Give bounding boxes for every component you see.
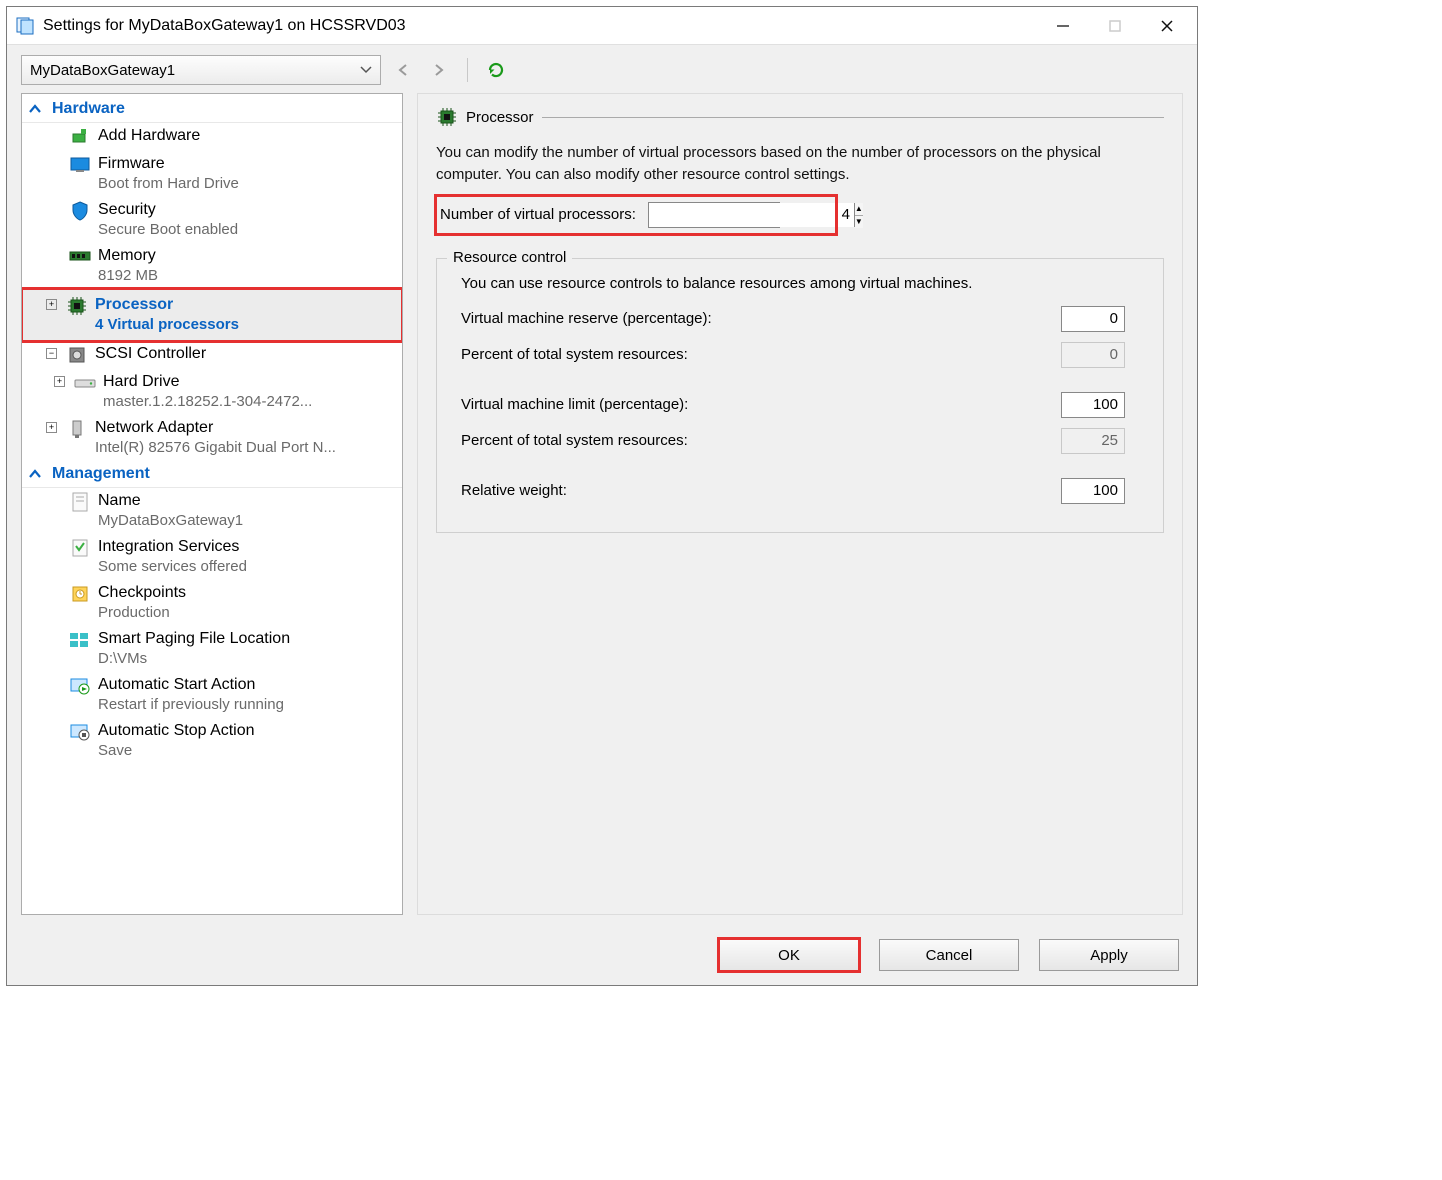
vm-selector-dropdown[interactable]: MyDataBoxGateway1 — [21, 55, 381, 85]
firmware-icon — [68, 154, 92, 176]
dialog-footer: OK Cancel Apply — [719, 939, 1179, 971]
memory-icon — [68, 246, 92, 268]
relative-weight-input[interactable] — [1061, 478, 1125, 504]
virtual-processors-spinner[interactable]: ▲ ▼ — [648, 202, 780, 228]
virtual-processors-row: Number of virtual processors: ▲ ▼ — [436, 196, 836, 234]
vm-selector-label: MyDataBoxGateway1 — [30, 62, 175, 79]
vm-limit-input[interactable] — [1061, 392, 1125, 418]
vm-reserve-input[interactable] — [1061, 306, 1125, 332]
expand-icon[interactable]: + — [46, 299, 57, 310]
tree-scsi-controller[interactable]: − SCSI Controller — [22, 341, 402, 369]
scsi-icon — [65, 344, 89, 366]
maximize-button[interactable] — [1089, 9, 1141, 43]
expand-icon[interactable]: + — [46, 422, 57, 433]
virtual-processors-label: Number of virtual processors: — [440, 206, 636, 223]
tree-hard-drive[interactable]: + Hard Drive master.1.2.18252.1-304-2472… — [22, 369, 402, 415]
tree-auto-start-action[interactable]: Automatic Start Action Restart if previo… — [22, 672, 402, 718]
checkpoints-icon — [68, 583, 92, 605]
auto-stop-icon — [68, 721, 92, 743]
titlebar: Settings for MyDataBoxGateway1 on HCSSRV… — [7, 7, 1197, 45]
chevron-up-icon — [28, 467, 42, 481]
resource-control-fieldset: Resource control You can use resource co… — [436, 258, 1164, 533]
virtual-processors-input[interactable] — [649, 203, 854, 227]
settings-window: Settings for MyDataBoxGateway1 on HCSSRV… — [6, 6, 1198, 986]
tree-firmware[interactable]: Firmware Boot from Hard Drive — [22, 151, 402, 197]
tree-memory[interactable]: Memory 8192 MB — [22, 243, 402, 289]
hardware-section-header[interactable]: Hardware — [22, 96, 402, 123]
collapse-icon[interactable]: − — [46, 348, 57, 359]
toolbar: MyDataBoxGateway1 — [7, 45, 1197, 93]
chevron-up-icon — [28, 102, 42, 116]
tree-processor[interactable]: + Processor 4 Virtual processors — [22, 289, 402, 341]
apply-button[interactable]: Apply — [1039, 939, 1179, 971]
app-icon — [15, 16, 35, 36]
relative-weight-label: Relative weight: — [461, 482, 1051, 499]
spinner-up-icon[interactable]: ▲ — [855, 203, 863, 216]
panel-title: Processor — [466, 109, 534, 126]
spinner-down-icon[interactable]: ▼ — [855, 216, 863, 228]
ok-button[interactable]: OK — [719, 939, 859, 971]
shield-icon — [68, 200, 92, 222]
tree-checkpoints[interactable]: Checkpoints Production — [22, 580, 402, 626]
reserve-percent-value — [1061, 342, 1125, 368]
close-button[interactable] — [1141, 9, 1193, 43]
chevron-down-icon — [360, 64, 372, 76]
tree-smart-paging[interactable]: Smart Paging File Location D:\VMs — [22, 626, 402, 672]
name-icon — [68, 491, 92, 513]
add-hardware-icon — [68, 126, 92, 148]
integration-icon — [68, 537, 92, 559]
nav-back-button[interactable] — [389, 56, 417, 84]
panel-description: You can modify the number of virtual pro… — [436, 142, 1164, 186]
tree-integration-services[interactable]: Integration Services Some services offer… — [22, 534, 402, 580]
resource-control-legend: Resource control — [447, 249, 572, 266]
management-section-header[interactable]: Management — [22, 461, 402, 488]
limit-percent-value — [1061, 428, 1125, 454]
reserve-percent-label: Percent of total system resources: — [461, 346, 1051, 363]
vm-reserve-label: Virtual machine reserve (percentage): — [461, 310, 1051, 327]
limit-percent-label: Percent of total system resources: — [461, 432, 1051, 449]
resource-control-intro: You can use resource controls to balance… — [461, 275, 1147, 292]
hard-drive-icon — [73, 372, 97, 394]
vm-limit-label: Virtual machine limit (percentage): — [461, 396, 1051, 413]
toolbar-divider — [467, 58, 468, 82]
processor-icon — [65, 295, 89, 317]
expand-icon[interactable]: + — [54, 376, 65, 387]
tree-name[interactable]: Name MyDataBoxGateway1 — [22, 488, 402, 534]
header-divider — [542, 117, 1164, 118]
smart-paging-icon — [68, 629, 92, 651]
nav-forward-button[interactable] — [425, 56, 453, 84]
settings-tree: Hardware Add Hardware Firmware Boot from… — [21, 93, 403, 915]
tree-security[interactable]: Security Secure Boot enabled — [22, 197, 402, 243]
tree-add-hardware[interactable]: Add Hardware — [22, 123, 402, 151]
window-title: Settings for MyDataBoxGateway1 on HCSSRV… — [43, 17, 406, 35]
tree-auto-stop-action[interactable]: Automatic Stop Action Save — [22, 718, 402, 764]
tree-network-adapter[interactable]: + Network Adapter Intel(R) 82576 Gigabit… — [22, 415, 402, 461]
refresh-button[interactable] — [482, 56, 510, 84]
processor-settings-panel: Processor You can modify the number of v… — [417, 93, 1183, 915]
network-adapter-icon — [65, 418, 89, 440]
cancel-button[interactable]: Cancel — [879, 939, 1019, 971]
processor-icon — [436, 106, 458, 128]
minimize-button[interactable] — [1037, 9, 1089, 43]
auto-start-icon — [68, 675, 92, 697]
